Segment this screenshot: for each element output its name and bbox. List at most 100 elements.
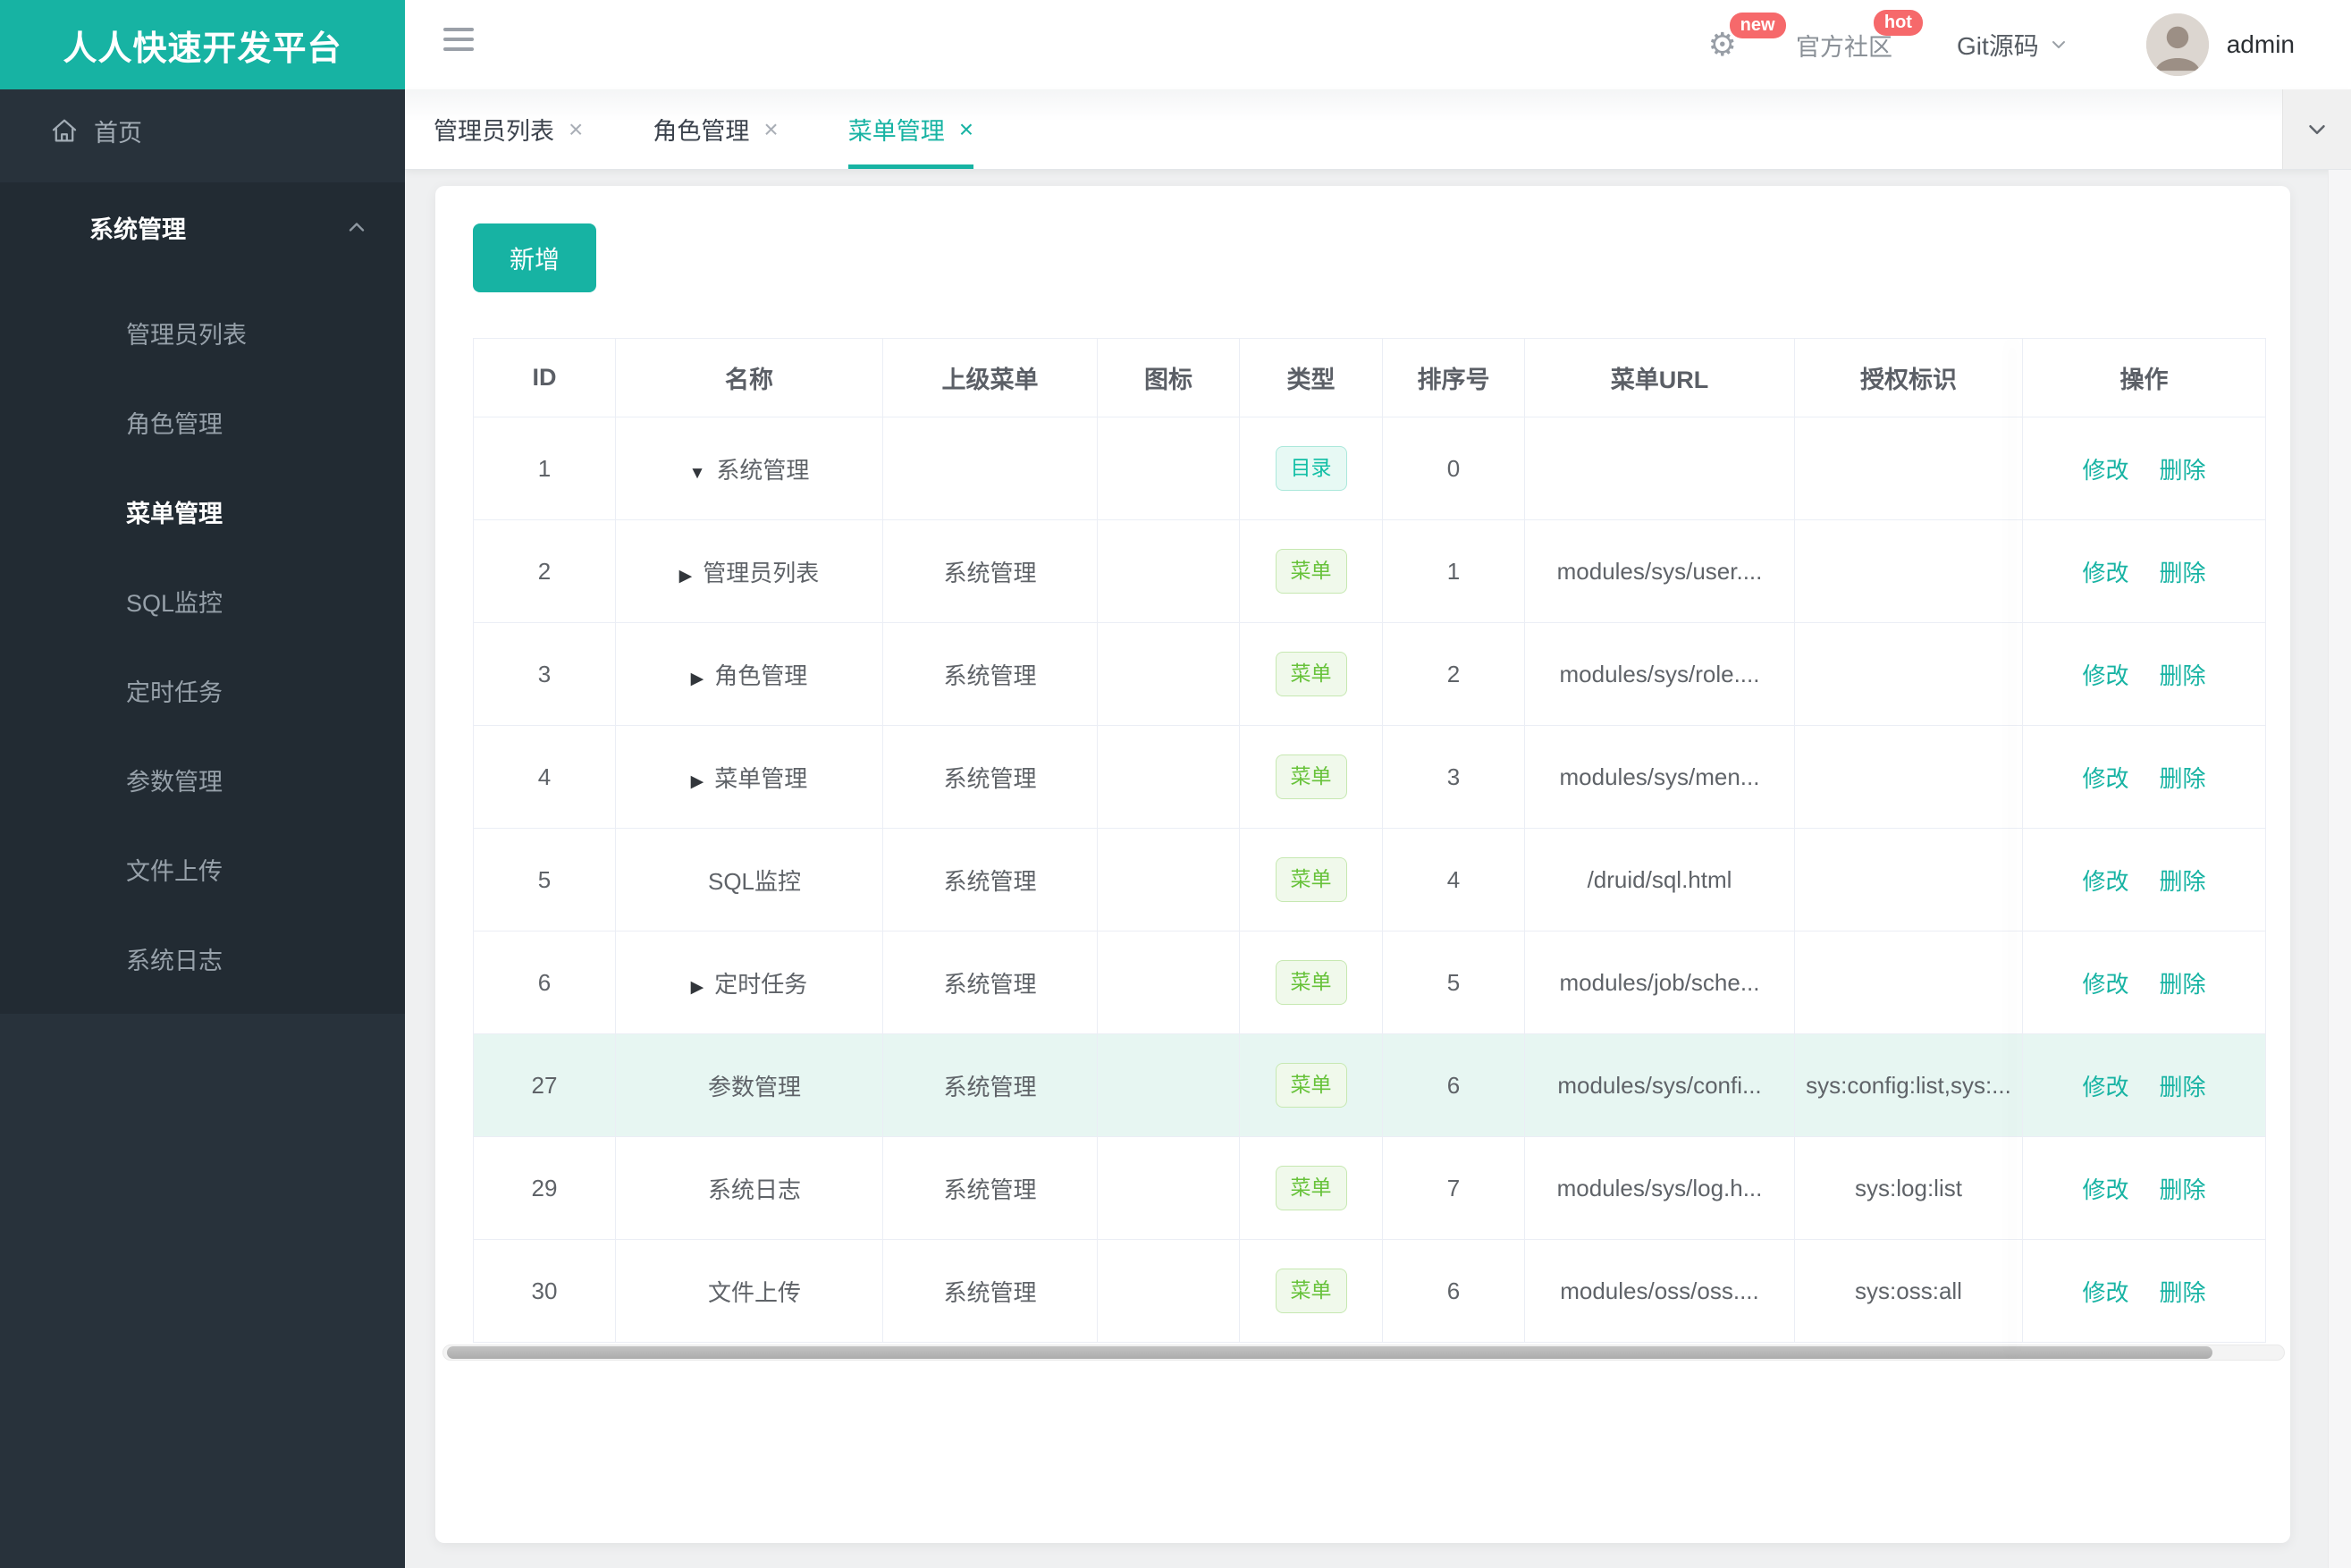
edit-link[interactable]: 修改: [2082, 868, 2128, 895]
edit-link[interactable]: 修改: [2082, 765, 2128, 792]
cell-parent-menu: 系统管理: [882, 828, 1098, 932]
type-badge: 菜单: [1275, 652, 1347, 696]
tab-bar: 管理员列表 × 角色管理 × 菜单管理 ×: [405, 89, 2351, 170]
cell-type: 菜单: [1239, 931, 1383, 1034]
col-header-order: 排序号: [1382, 338, 1525, 417]
cell-id: 27: [473, 1033, 616, 1137]
edit-link[interactable]: 修改: [2082, 1279, 2128, 1306]
menu-name: 管理员列表: [703, 559, 820, 586]
delete-link[interactable]: 删除: [2160, 1074, 2206, 1100]
sidebar-item[interactable]: 管理员列表: [0, 288, 405, 377]
cell-icon: [1097, 725, 1240, 829]
cell-permission: sys:oss:all: [1794, 1239, 2023, 1343]
table-row[interactable]: 3 ▶ 角色管理 系统管理 菜单 2 modules/sys/role.... 修…: [473, 622, 2266, 726]
tab-bar-tabs: 管理员列表 × 角色管理 × 菜单管理 ×: [405, 89, 2351, 169]
topbar-right: ⚙ new 官方社区 hot Git源码 admin: [1708, 0, 2295, 89]
cell-parent-menu: 系统管理: [882, 622, 1098, 726]
horizontal-scrollbar-track[interactable]: [442, 1345, 2285, 1361]
cell-icon: [1097, 1136, 1240, 1240]
delete-link[interactable]: 删除: [2160, 560, 2206, 586]
edit-link[interactable]: 修改: [2082, 971, 2128, 998]
tab-close-icon[interactable]: ×: [959, 115, 973, 144]
cell-parent-menu: [882, 417, 1098, 520]
cell-menu-url: modules/sys/role....: [1524, 622, 1795, 726]
page-scrollbar-gutter: [2328, 170, 2351, 1568]
sidebar-toggle-icon[interactable]: [443, 28, 474, 57]
col-header-type: 类型: [1239, 338, 1383, 417]
cell-parent-menu: 系统管理: [882, 725, 1098, 829]
add-button[interactable]: 新增: [473, 223, 596, 292]
tree-expand-icon[interactable]: ▶: [691, 670, 704, 688]
cell-order: 5: [1382, 931, 1525, 1034]
edit-link[interactable]: 修改: [2082, 457, 2128, 484]
avatar[interactable]: [2145, 13, 2209, 76]
table-row[interactable]: 29 系统日志 系统管理 菜单 7 modules/sys/log.h... s…: [473, 1136, 2266, 1240]
edit-link[interactable]: 修改: [2082, 1074, 2128, 1100]
sidebar-item[interactable]: SQL监控: [0, 556, 405, 645]
tree-expand-icon[interactable]: ▶: [691, 772, 704, 791]
table-row[interactable]: 5 SQL监控 系统管理 菜单 4 /druid/sql.html 修改 删除: [473, 828, 2266, 932]
edit-link[interactable]: 修改: [2082, 1176, 2128, 1203]
delete-link[interactable]: 删除: [2160, 971, 2206, 998]
tree-expand-icon[interactable]: ▶: [691, 978, 704, 997]
community-label: 官方社区: [1795, 33, 1892, 61]
delete-link[interactable]: 删除: [2160, 1279, 2206, 1306]
table-row[interactable]: 6 ▶ 定时任务 系统管理 菜单 5 modules/job/sche... 修改…: [473, 931, 2266, 1034]
chevron-up-icon: [344, 215, 369, 240]
username[interactable]: admin: [2227, 30, 2295, 59]
cell-actions: 修改 删除: [2022, 1239, 2266, 1343]
sidebar-item-label: 文件上传: [126, 857, 223, 885]
sidebar-item[interactable]: 系统日志: [0, 914, 405, 1003]
sidebar-item[interactable]: 参数管理: [0, 735, 405, 824]
tree-expand-icon[interactable]: ▶: [679, 567, 693, 586]
cell-name: 参数管理: [615, 1033, 883, 1137]
sidebar-group-header[interactable]: 系统管理: [0, 182, 405, 272]
horizontal-scrollbar-thumb[interactable]: [447, 1346, 2212, 1359]
cell-icon: [1097, 931, 1240, 1034]
sidebar-item-label: 菜单管理: [126, 500, 223, 527]
type-badge: 菜单: [1275, 1269, 1347, 1313]
type-badge: 菜单: [1275, 1063, 1347, 1108]
sidebar-item-label: SQL监控: [126, 589, 223, 617]
table-row[interactable]: 2 ▶ 管理员列表 系统管理 菜单 1 modules/sys/user.... …: [473, 519, 2266, 623]
tab-close-icon[interactable]: ×: [569, 115, 583, 144]
cell-name: 系统日志: [615, 1136, 883, 1240]
cell-type: 菜单: [1239, 725, 1383, 829]
menu-name: SQL监控: [707, 867, 802, 895]
tab[interactable]: 角色管理 ×: [653, 89, 778, 169]
delete-link[interactable]: 删除: [2160, 662, 2206, 689]
sidebar-item[interactable]: 文件上传: [0, 824, 405, 914]
sidebar-item[interactable]: 菜单管理: [0, 467, 405, 556]
table-row[interactable]: 4 ▶ 菜单管理 系统管理 菜单 3 modules/sys/men... 修改 删…: [473, 725, 2266, 829]
delete-link[interactable]: 删除: [2160, 457, 2206, 484]
table-row[interactable]: 30 文件上传 系统管理 菜单 6 modules/oss/oss.... sy…: [473, 1239, 2266, 1343]
brand-logo: 人人快速开发平台: [0, 0, 405, 89]
tab[interactable]: 管理员列表 ×: [434, 89, 583, 169]
edit-link[interactable]: 修改: [2082, 560, 2128, 586]
tab[interactable]: 菜单管理 ×: [847, 89, 974, 169]
cell-actions: 修改 删除: [2022, 725, 2266, 829]
sidebar-item-label: 参数管理: [126, 768, 223, 796]
cell-actions: 修改 删除: [2022, 417, 2266, 520]
sidebar-item-home[interactable]: 首页: [0, 89, 405, 172]
table-row[interactable]: 1 ▼ 系统管理 目录 0 修改 删除: [473, 417, 2266, 520]
edit-link[interactable]: 修改: [2082, 662, 2128, 689]
table-body: 1 ▼ 系统管理 目录 0 修改 删除 2 ▶ 管理员列表 系统管理 菜单 1 mod…: [473, 417, 2266, 1343]
cell-id: 5: [473, 828, 616, 932]
settings-button[interactable]: ⚙ new: [1708, 13, 1786, 61]
sidebar-item[interactable]: 角色管理: [0, 377, 405, 467]
cell-permission: [1794, 622, 2023, 726]
tab-close-icon[interactable]: ×: [763, 115, 778, 144]
git-source-menu[interactable]: Git源码: [1957, 27, 2069, 63]
delete-link[interactable]: 删除: [2160, 765, 2206, 792]
community-link[interactable]: 官方社区 hot: [1795, 9, 1923, 63]
tree-expand-icon[interactable]: ▼: [689, 464, 706, 483]
tab-list-dropdown-button[interactable]: [2282, 89, 2351, 169]
cell-permission: [1794, 931, 2023, 1034]
table-row[interactable]: 27 参数管理 系统管理 菜单 6 modules/sys/confi... s…: [473, 1033, 2266, 1137]
sidebar-item[interactable]: 定时任务: [0, 645, 405, 735]
delete-link[interactable]: 删除: [2160, 868, 2206, 895]
delete-link[interactable]: 删除: [2160, 1176, 2206, 1203]
cell-menu-url: modules/sys/user....: [1524, 519, 1795, 623]
cell-actions: 修改 删除: [2022, 828, 2266, 932]
